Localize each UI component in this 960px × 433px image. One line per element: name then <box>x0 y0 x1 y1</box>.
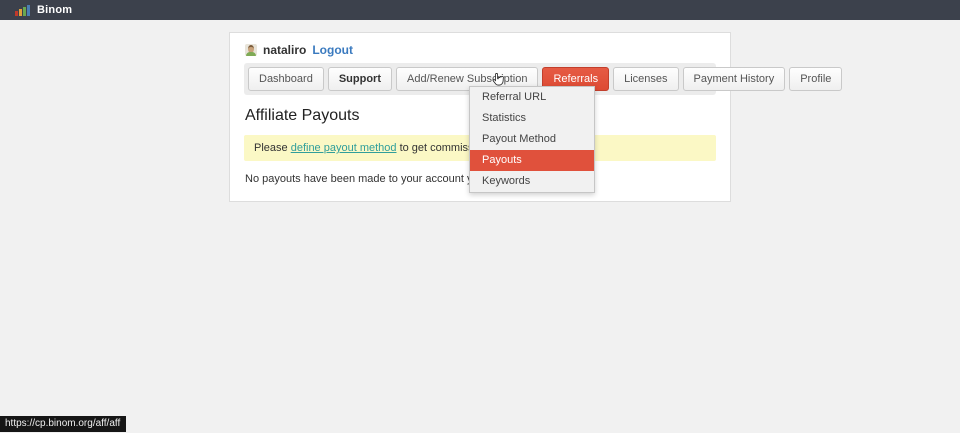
tab-profile[interactable]: Profile <box>789 67 842 91</box>
menu-item-payouts[interactable]: Payouts <box>470 150 594 171</box>
user-avatar-icon <box>245 44 257 56</box>
menu-item-keywords[interactable]: Keywords <box>470 171 594 192</box>
tab-dashboard[interactable]: Dashboard <box>248 67 324 91</box>
top-bar: Binom <box>0 0 960 20</box>
referrals-dropdown-menu: Referral URL Statistics Payout Method Pa… <box>469 86 595 193</box>
menu-item-statistics[interactable]: Statistics <box>470 108 594 129</box>
menu-item-payout-method[interactable]: Payout Method <box>470 129 594 150</box>
define-payout-method-link[interactable]: define payout method <box>291 142 397 154</box>
tab-support[interactable]: Support <box>328 67 392 91</box>
notice-text-prefix: Please <box>254 142 291 154</box>
account-row: nataliro Logout <box>244 40 716 63</box>
tab-licenses[interactable]: Licenses <box>613 67 678 91</box>
status-url-tooltip: https://cp.binom.org/aff/aff <box>0 416 126 432</box>
username: nataliro <box>263 43 306 57</box>
menu-item-referral-url[interactable]: Referral URL <box>470 87 594 108</box>
brand-title: Binom <box>37 4 72 16</box>
tab-payment-history[interactable]: Payment History <box>683 67 786 91</box>
logout-link[interactable]: Logout <box>312 43 353 57</box>
binom-logo-icon <box>15 5 30 16</box>
